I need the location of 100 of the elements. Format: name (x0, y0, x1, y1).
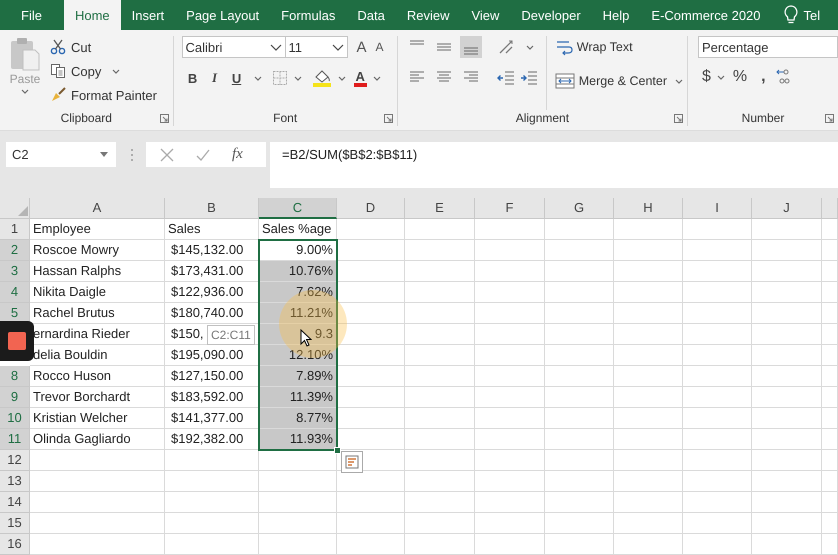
currency-button[interactable]: $ (702, 68, 711, 86)
dialog-launcher-icon[interactable] (674, 114, 683, 123)
ribbon-tab[interactable]: Data (346, 0, 396, 30)
dialog-launcher-icon[interactable] (384, 114, 393, 123)
percent-button[interactable]: % (732, 68, 748, 86)
font-name-dropdown[interactable]: Calibri (182, 36, 286, 58)
row-header[interactable]: 15 (0, 513, 30, 534)
ribbon-tab[interactable]: File (0, 0, 64, 30)
ribbon-tab[interactable]: Review (396, 0, 460, 30)
ribbon-tab[interactable]: Insert (120, 0, 176, 30)
empty-cell (405, 219, 475, 240)
row-header[interactable]: 12 (0, 450, 30, 471)
empty-cell (475, 429, 545, 450)
increase-font-size-button[interactable]: A (356, 38, 367, 56)
row-header[interactable]: 2 (0, 240, 30, 261)
column-header[interactable]: B (165, 198, 259, 219)
table-cell: 11.39% (259, 387, 337, 408)
table-cell: $127,150.00 (165, 366, 259, 387)
column-header[interactable]: E (405, 198, 475, 219)
empty-cell (405, 303, 475, 324)
dialog-launcher-icon[interactable] (160, 114, 169, 123)
row-header[interactable]: 8 (0, 366, 30, 387)
table-cell: $183,592.00 (165, 387, 259, 408)
font-color-button[interactable]: A (354, 70, 367, 86)
table-cell: $122,936.00 (165, 282, 259, 303)
column-header[interactable]: F (475, 198, 545, 219)
row-header[interactable]: 14 (0, 492, 30, 513)
increase-decimal-icon[interactable] (776, 68, 790, 86)
table-cell: $192,382.00 (165, 429, 259, 450)
comma-style-button[interactable]: , (761, 68, 766, 86)
empty-cell (752, 345, 822, 366)
row-header[interactable]: 3 (0, 261, 30, 282)
row-header[interactable]: 4 (0, 282, 30, 303)
empty-cell (337, 513, 405, 534)
checkmark-icon[interactable] (196, 148, 210, 162)
formula-field[interactable]: =B2/SUM($B$2:$B$11) (270, 142, 838, 188)
lightbulb-icon[interactable] (784, 5, 798, 25)
column-header[interactable]: J (752, 198, 822, 219)
row-header[interactable]: 13 (0, 471, 30, 492)
ribbon-tab[interactable]: Home (64, 0, 121, 30)
ribbon-tab[interactable]: View (460, 0, 510, 30)
empty-cell (683, 240, 752, 261)
decrease-font-size-button[interactable]: A (376, 40, 384, 54)
column-header[interactable]: D (337, 198, 405, 219)
column-header[interactable]: H (614, 198, 683, 219)
ribbon-tab[interactable]: E-Commerce 2020 (640, 0, 772, 30)
empty-cell (545, 471, 614, 492)
empty-cell (545, 513, 614, 534)
empty-cell (822, 345, 838, 366)
table-cell: Rocco Huson (30, 366, 165, 387)
name-box[interactable]: C2 (6, 142, 116, 167)
row-header[interactable]: 11 (0, 429, 30, 450)
empty-cell (752, 450, 822, 471)
bottom-align-icon[interactable] (460, 36, 482, 58)
fill-color-icon[interactable] (312, 69, 332, 87)
table-cell: Trevor Borchardt (30, 387, 165, 408)
column-header[interactable]: G (545, 198, 614, 219)
number-format-dropdown[interactable]: Percentage (698, 36, 838, 58)
empty-cell (545, 387, 614, 408)
copy-button[interactable]: Copy (50, 60, 161, 82)
empty-cell (614, 261, 683, 282)
column-header[interactable]: A (30, 198, 165, 219)
column-header[interactable]: I (683, 198, 752, 219)
row-header[interactable]: 1 (0, 219, 30, 240)
underline-button[interactable]: U (226, 70, 248, 86)
empty-cell (683, 387, 752, 408)
format-painter-button[interactable]: Format Painter (50, 84, 161, 106)
wrap-text-button[interactable]: Wrap Text (554, 36, 687, 58)
empty-cell (752, 324, 822, 345)
empty-cell (614, 219, 683, 240)
font-size-dropdown[interactable]: 11 (286, 36, 348, 58)
stop-recording-button[interactable] (0, 321, 34, 361)
empty-cell (614, 387, 683, 408)
empty-cell (752, 387, 822, 408)
ribbon-tab[interactable]: Page Layout (175, 0, 270, 30)
empty-cell (475, 366, 545, 387)
ribbon-tab[interactable]: Help (592, 0, 640, 30)
ribbon-tab[interactable]: Developer (510, 0, 592, 30)
tell-me-text[interactable]: Tel (804, 0, 820, 30)
bold-button[interactable]: B (182, 70, 204, 86)
fill-handle[interactable] (334, 447, 341, 454)
empty-cell (683, 261, 752, 282)
dialog-launcher-icon[interactable] (825, 114, 834, 123)
cut-button[interactable]: Cut (50, 36, 161, 58)
empty-cell (614, 282, 683, 303)
empty-cell (822, 450, 838, 471)
italic-button[interactable]: I (204, 70, 226, 86)
table-cell: Nikita Daigle (30, 282, 165, 303)
row-header[interactable]: 9 (0, 387, 30, 408)
insert-function-button[interactable]: fx (232, 146, 243, 163)
chevron-icon (332, 44, 344, 50)
merge-center-button[interactable]: Merge & Center (554, 70, 687, 92)
row-header[interactable]: 16 (0, 534, 30, 555)
column-header[interactable]: C (259, 198, 337, 219)
empty-cell (405, 261, 475, 282)
quick-analysis-icon[interactable] (341, 451, 363, 473)
ribbon-tab[interactable]: Formulas (270, 0, 346, 30)
row-header[interactable]: 10 (0, 408, 30, 429)
empty-cell (614, 429, 683, 450)
empty-cell (822, 492, 838, 513)
